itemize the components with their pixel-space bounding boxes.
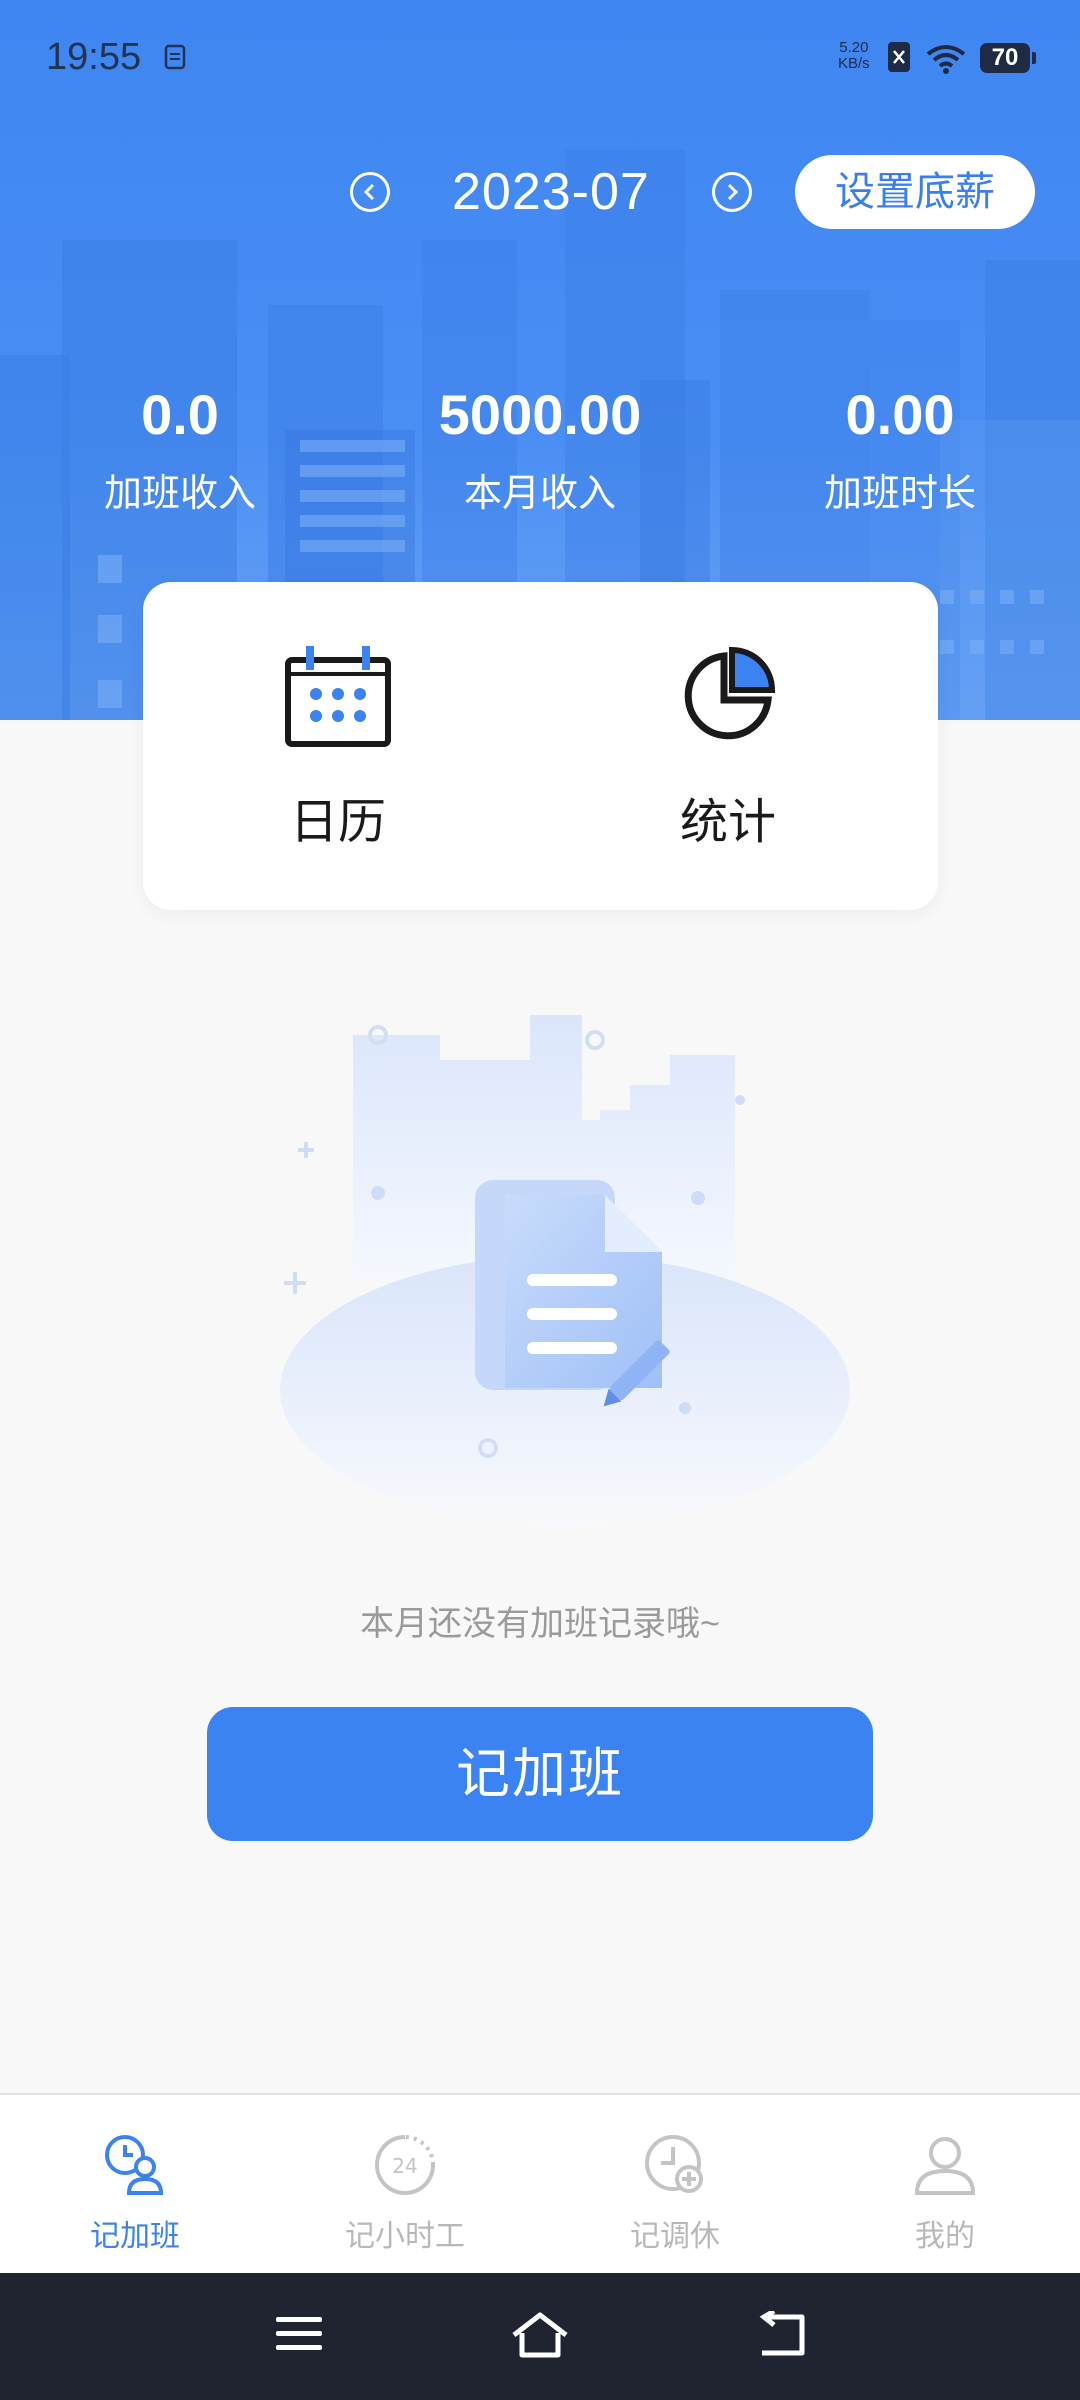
bottom-tab-bar: 记加班 24 记小时工 记调休 我的 bbox=[0, 2093, 1080, 2275]
tab-label: 记小时工 bbox=[345, 2220, 465, 2253]
stat-label: 本月收入 bbox=[463, 473, 616, 515]
monthly-stats: 0.0 加班收入 5000.00 本月收入 0.00 加班时长 bbox=[0, 380, 1080, 517]
tab-label: 记加班 bbox=[90, 2220, 180, 2253]
month-navigator: 2023-07 bbox=[350, 150, 752, 234]
clock-plus-icon bbox=[645, 2135, 703, 2193]
wifi-icon bbox=[926, 45, 966, 74]
svg-text:24: 24 bbox=[392, 2154, 417, 2178]
empty-state-message: 本月还没有加班记录哦~ bbox=[360, 1605, 720, 1643]
24h-clock-icon: 24 bbox=[375, 2135, 435, 2195]
pie-chart-icon bbox=[684, 646, 776, 740]
tab-label: 记调休 bbox=[630, 2220, 720, 2253]
battery-indicator: 70 bbox=[980, 43, 1036, 73]
next-month-button[interactable] bbox=[711, 172, 752, 212]
chevron-left-icon bbox=[363, 183, 375, 201]
record-overtime-button[interactable]: 记加班 bbox=[207, 1707, 873, 1841]
prev-month-button[interactable] bbox=[350, 172, 390, 212]
overtime-income-stat: 0.0 加班收入 bbox=[0, 380, 360, 517]
empty-records-illustration bbox=[280, 1015, 850, 1525]
quick-actions-card: 日历 统计 bbox=[143, 582, 938, 910]
tab-mine[interactable]: 我的 bbox=[810, 2095, 1080, 2275]
statistics-label: 统计 bbox=[679, 796, 776, 849]
status-time: 19:55 bbox=[46, 36, 142, 78]
overtime-hours-stat: 0.00 加班时长 bbox=[720, 380, 1080, 517]
status-bar: 19:55 5.20 KB/s 70 bbox=[0, 0, 1080, 120]
status-icons bbox=[888, 42, 966, 74]
stat-value: 5000.00 bbox=[438, 383, 642, 446]
back-icon[interactable] bbox=[756, 2311, 808, 2357]
tab-record-overtime[interactable]: 记加班 bbox=[0, 2095, 270, 2275]
stat-label: 加班时长 bbox=[823, 473, 976, 515]
notification-doc-icon bbox=[164, 44, 186, 70]
current-month[interactable]: 2023-07 bbox=[452, 162, 650, 222]
tab-record-leave[interactable]: 记调休 bbox=[540, 2095, 810, 2275]
user-icon bbox=[914, 2137, 976, 2195]
tab-label: 我的 bbox=[915, 2220, 975, 2253]
home-icon[interactable] bbox=[510, 2311, 570, 2359]
set-base-salary-button[interactable]: 设置底薪 bbox=[795, 155, 1035, 229]
stat-value: 0.0 bbox=[141, 383, 219, 446]
calendar-icon bbox=[285, 646, 391, 747]
system-navigation-bar bbox=[0, 2273, 1080, 2400]
menu-icon[interactable] bbox=[274, 2311, 324, 2355]
calendar-action[interactable]: 日历 bbox=[143, 582, 533, 910]
clock-person-icon bbox=[105, 2135, 164, 2195]
calendar-label: 日历 bbox=[289, 796, 386, 849]
sim-off-icon bbox=[888, 42, 910, 72]
stat-label: 加班收入 bbox=[103, 473, 256, 515]
tab-record-hourly-work[interactable]: 24 记小时工 bbox=[270, 2095, 540, 2275]
monthly-income-stat: 5000.00 本月收入 bbox=[360, 380, 720, 517]
net-speed: 5.20 KB/s bbox=[838, 39, 870, 72]
statistics-action[interactable]: 统计 bbox=[533, 582, 923, 910]
stat-value: 0.00 bbox=[845, 383, 955, 446]
chevron-right-icon bbox=[727, 183, 738, 201]
